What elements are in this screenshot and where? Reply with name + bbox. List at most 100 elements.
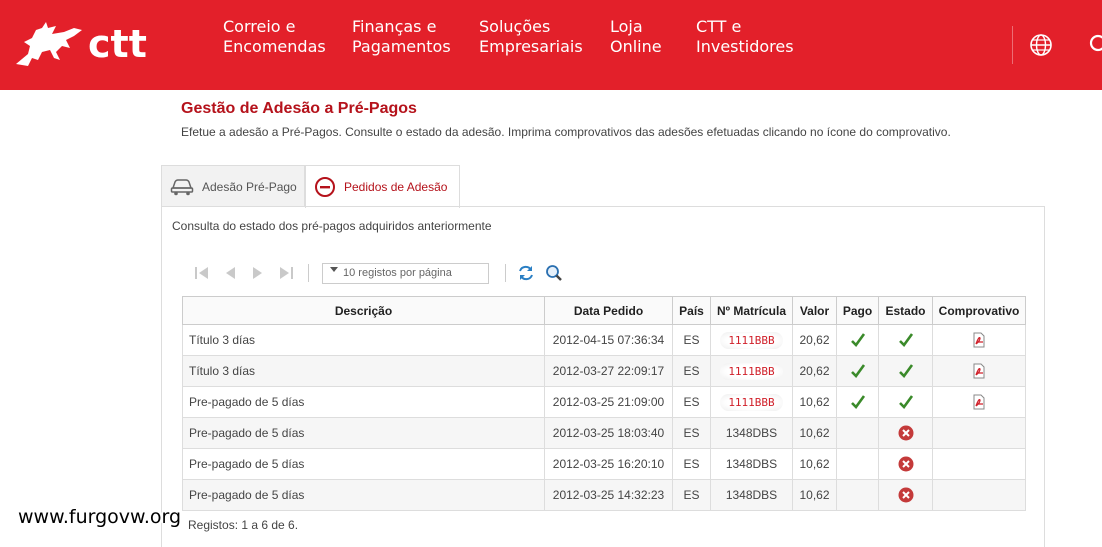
pdf-icon[interactable] xyxy=(971,363,987,379)
cell-estado xyxy=(878,479,933,511)
plate-number: 1111BBB xyxy=(720,332,783,349)
table-row: Pre-pagado de 5 días 2012-03-25 21:09:00 E… xyxy=(182,386,1026,418)
cell-descricao: Pre-pagado de 5 días xyxy=(182,448,545,480)
nav-solucoes-empresariais[interactable]: Soluções Empresariais xyxy=(479,17,583,57)
cell-descricao: Título 3 días xyxy=(182,355,545,387)
nav-financas-pagamentos[interactable]: Finanças e Pagamentos xyxy=(352,17,451,57)
column-header-comprovativo[interactable]: Comprovativo xyxy=(932,296,1026,325)
page-subtitle: Efetue a adesão a Pré-Pagos. Consulte o … xyxy=(181,125,951,139)
cell-data-pedido: 2012-03-25 21:09:00 xyxy=(544,386,673,418)
check-icon xyxy=(898,364,913,378)
cell-comprovativo[interactable] xyxy=(932,355,1026,387)
search-icon[interactable] xyxy=(1088,33,1102,57)
cell-estado xyxy=(878,448,933,480)
column-header-estado[interactable]: Estado xyxy=(878,296,933,325)
check-icon xyxy=(850,395,865,409)
table-row: Pre-pagado de 5 días 2012-03-25 18:03:40 E… xyxy=(182,417,1026,449)
plate-number: 1348DBS xyxy=(725,426,778,440)
cell-pago xyxy=(836,324,879,356)
toolbar-separator xyxy=(308,264,309,282)
column-header-data-pedido[interactable]: Data Pedido xyxy=(544,296,673,325)
cell-comprovativo xyxy=(932,417,1026,449)
tab-pedidos-de-adesao[interactable]: Pedidos de Adesão xyxy=(305,165,460,208)
previous-page-icon[interactable] xyxy=(221,264,239,282)
cell-descricao: Pre-pagado de 5 días xyxy=(182,417,545,449)
cell-pago xyxy=(836,479,879,511)
column-header-descricao[interactable]: Descrição xyxy=(182,296,545,325)
error-icon xyxy=(898,487,913,503)
cell-pago xyxy=(836,386,879,418)
nav-ctt-investidores[interactable]: CTT e Investidores xyxy=(696,17,794,57)
cell-data-pedido: 2012-03-25 16:20:10 xyxy=(544,448,673,480)
ctt-horse-logo-icon[interactable] xyxy=(12,18,92,72)
panel-description: Consulta do estado dos pré-pagos adquiri… xyxy=(172,219,492,233)
cell-pais: ES xyxy=(672,479,711,511)
error-icon xyxy=(898,425,913,441)
globe-icon[interactable] xyxy=(1029,33,1053,57)
cell-valor: 10,62 xyxy=(792,448,837,480)
cell-estado xyxy=(878,355,933,387)
plate-number: 1111BBB xyxy=(720,394,783,411)
chevron-down-icon xyxy=(330,267,338,272)
nav-divider xyxy=(1012,26,1013,64)
cell-pago xyxy=(836,355,879,387)
watermark: www.furgovw.org xyxy=(18,506,182,528)
cell-descricao: Pre-pagado de 5 días xyxy=(182,479,545,511)
minus-circle-icon xyxy=(315,177,335,197)
pdf-icon[interactable] xyxy=(971,394,987,410)
table-row: Título 3 días 2012-03-27 22:09:17 ES 1111BB… xyxy=(182,355,1026,387)
table-row: Título 3 días 2012-04-15 07:36:34 ES 1111BB… xyxy=(182,324,1026,356)
cell-matricula: 1111BBB xyxy=(710,386,793,418)
cell-comprovativo xyxy=(932,479,1026,511)
tab-label: Adesão Pré-Pago xyxy=(202,179,297,194)
cell-data-pedido: 2012-03-25 14:32:23 xyxy=(544,479,673,511)
last-page-icon[interactable] xyxy=(277,264,295,282)
plate-number: 1348DBS xyxy=(725,457,778,471)
cell-valor: 10,62 xyxy=(792,386,837,418)
top-navigation-bar: ctt Correio e Encomendas Finanças e Paga… xyxy=(0,0,1102,90)
cell-matricula: 1111BBB xyxy=(710,355,793,387)
check-icon xyxy=(850,333,865,347)
plate-number: 1348DBS xyxy=(725,488,778,502)
cell-valor: 10,62 xyxy=(792,417,837,449)
cell-pais: ES xyxy=(672,386,711,418)
cell-pago xyxy=(836,448,879,480)
car-icon xyxy=(170,178,194,195)
cell-descricao: Título 3 días xyxy=(182,324,545,356)
column-header-pais[interactable]: País xyxy=(672,296,711,325)
cell-valor: 20,62 xyxy=(792,324,837,356)
cell-pais: ES xyxy=(672,417,711,449)
cell-comprovativo[interactable] xyxy=(932,324,1026,356)
cell-data-pedido: 2012-03-25 18:03:40 xyxy=(544,417,673,449)
cell-data-pedido: 2012-04-15 07:36:34 xyxy=(544,324,673,356)
cell-pago xyxy=(836,417,879,449)
pdf-icon[interactable] xyxy=(971,332,987,348)
cell-valor: 20,62 xyxy=(792,355,837,387)
cell-matricula: 1348DBS xyxy=(710,448,793,480)
table-row: Pre-pagado de 5 días 2012-03-25 14:32:23 E… xyxy=(182,479,1026,511)
cell-descricao: Pre-pagado de 5 días xyxy=(182,386,545,418)
cell-data-pedido: 2012-03-27 22:09:17 xyxy=(544,355,673,387)
records-count: Registos: 1 a 6 de 6. xyxy=(188,518,299,532)
first-page-icon[interactable] xyxy=(193,264,211,282)
page-size-select[interactable]: 10 registos por página xyxy=(322,263,489,284)
nav-correio-encomendas[interactable]: Correio e Encomendas xyxy=(223,17,326,57)
next-page-icon[interactable] xyxy=(249,264,267,282)
column-header-valor[interactable]: Valor xyxy=(792,296,837,325)
search-icon[interactable] xyxy=(545,264,563,282)
check-icon xyxy=(850,364,865,378)
cell-matricula: 1111BBB xyxy=(710,324,793,356)
tab-label: Pedidos de Adesão xyxy=(344,180,448,194)
error-icon xyxy=(898,456,913,472)
column-header-matricula[interactable]: Nº Matrícula xyxy=(710,296,793,325)
nav-loja-online[interactable]: Loja Online xyxy=(610,17,662,57)
brand-name[interactable]: ctt xyxy=(88,22,147,66)
refresh-icon[interactable] xyxy=(517,264,535,282)
plate-number: 1111BBB xyxy=(720,363,783,380)
table-header-row: Descrição Data Pedido País Nº Matrícula … xyxy=(182,296,1026,325)
check-icon xyxy=(898,333,913,347)
tab-adesao-pre-pago[interactable]: Adesão Pré-Pago xyxy=(161,165,305,207)
cell-comprovativo[interactable] xyxy=(932,386,1026,418)
cell-matricula: 1348DBS xyxy=(710,479,793,511)
column-header-pago[interactable]: Pago xyxy=(836,296,879,325)
